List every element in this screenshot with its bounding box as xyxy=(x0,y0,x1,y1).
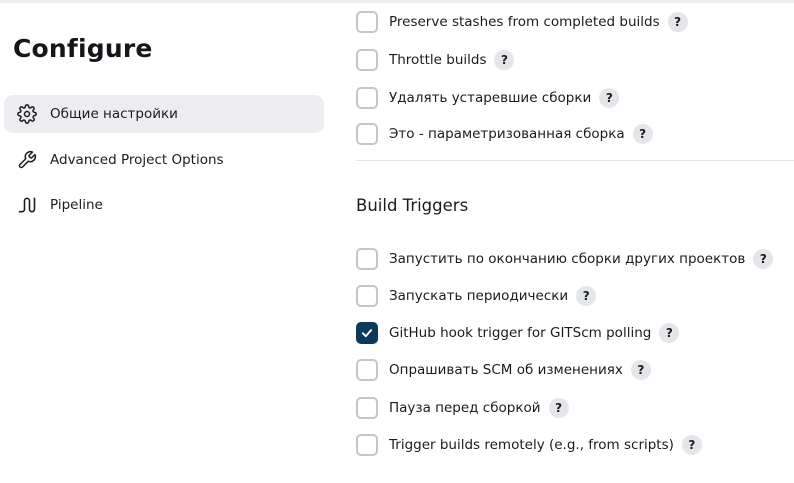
help-icon[interactable]: ? xyxy=(659,323,680,343)
option-row: Запустить по окончанию сборки других про… xyxy=(356,247,774,271)
checkmark-icon xyxy=(361,329,373,338)
pipeline-icon xyxy=(16,194,38,216)
option-label[interactable]: Trigger builds remotely (e.g., from scri… xyxy=(389,437,674,453)
page-title: Configure xyxy=(13,34,153,63)
wrench-icon xyxy=(16,149,38,171)
option-label[interactable]: Запустить по окончанию сборки других про… xyxy=(389,251,745,267)
option-row: Это - параметризованная сборка ? xyxy=(356,122,653,146)
option-label[interactable]: Запускать периодически xyxy=(389,288,568,304)
option-label[interactable]: Пауза перед сборкой xyxy=(389,400,541,416)
option-row: Preserve stashes from completed builds ? xyxy=(356,10,688,34)
help-icon[interactable]: ? xyxy=(630,360,651,380)
build-periodically-checkbox[interactable] xyxy=(356,285,378,307)
discard-old-builds-checkbox[interactable] xyxy=(356,87,378,109)
sidebar-item-label: Advanced Project Options xyxy=(50,152,224,168)
section-divider xyxy=(356,160,794,161)
parameterized-build-checkbox[interactable] xyxy=(356,123,378,145)
option-label[interactable]: Это - параметризованная сборка xyxy=(389,126,625,142)
github-hook-trigger-checkbox[interactable] xyxy=(356,322,378,344)
sidebar-item-pipeline[interactable]: Pipeline xyxy=(4,186,324,224)
help-icon[interactable]: ? xyxy=(753,249,774,269)
option-row: Пауза перед сборкой ? xyxy=(356,396,569,420)
section-title-build-triggers: Build Triggers xyxy=(356,196,469,215)
help-icon[interactable]: ? xyxy=(599,88,620,108)
preserve-stashes-checkbox[interactable] xyxy=(356,11,378,33)
help-icon[interactable]: ? xyxy=(681,435,702,455)
gear-icon xyxy=(16,103,38,125)
config-form: Preserve stashes from completed builds ?… xyxy=(356,0,794,483)
sidebar: Configure Общие настройки Advanced Proje… xyxy=(0,0,330,483)
poll-scm-checkbox[interactable] xyxy=(356,359,378,381)
option-label[interactable]: Удалять устаревшие сборки xyxy=(389,90,591,106)
sidebar-item-general-settings[interactable]: Общие настройки xyxy=(4,95,324,133)
help-icon[interactable]: ? xyxy=(576,286,597,306)
quiet-period-checkbox[interactable] xyxy=(356,397,378,419)
option-label[interactable]: Опрашивать SCM об изменениях xyxy=(389,362,623,378)
option-label[interactable]: GitHub hook trigger for GITScm polling xyxy=(389,325,651,341)
option-row: Throttle builds ? xyxy=(356,48,515,72)
help-icon[interactable]: ? xyxy=(632,124,653,144)
option-label[interactable]: Preserve stashes from completed builds xyxy=(389,14,660,30)
option-row: Опрашивать SCM об изменениях ? xyxy=(356,358,651,382)
help-icon[interactable]: ? xyxy=(548,398,569,418)
sidebar-item-label: Общие настройки xyxy=(50,106,178,122)
help-icon[interactable]: ? xyxy=(494,50,515,70)
build-after-other-projects-checkbox[interactable] xyxy=(356,248,378,270)
option-row: Удалять устаревшие сборки ? xyxy=(356,86,620,110)
trigger-remotely-checkbox[interactable] xyxy=(356,434,378,456)
option-row: Trigger builds remotely (e.g., from scri… xyxy=(356,433,702,457)
sidebar-item-advanced-project-options[interactable]: Advanced Project Options xyxy=(4,141,324,179)
help-icon[interactable]: ? xyxy=(667,12,688,32)
sidebar-item-label: Pipeline xyxy=(50,197,103,213)
option-row: GitHub hook trigger for GITScm polling ? xyxy=(356,321,680,345)
option-row: Запускать периодически ? xyxy=(356,284,597,308)
option-label[interactable]: Throttle builds xyxy=(389,52,486,68)
throttle-builds-checkbox[interactable] xyxy=(356,49,378,71)
